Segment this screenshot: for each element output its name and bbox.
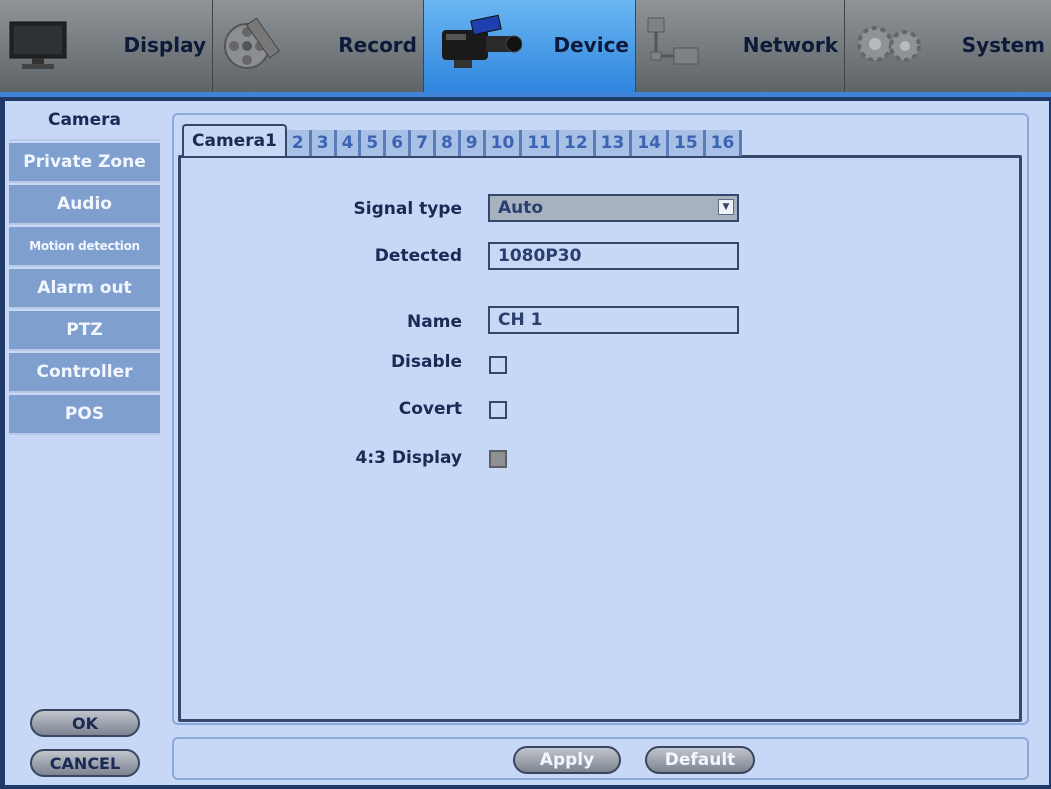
sidebar-item-label: PTZ [66,320,103,340]
sidebar-item-label: Private Zone [23,152,146,172]
top-menu-divider [0,92,1051,97]
tab-camera-15[interactable]: 15 [669,130,706,156]
top-tab-label: Display [123,33,206,57]
top-tab-label: Device [553,33,629,57]
name-input-value: CH 1 [498,310,543,330]
camcorder-icon [432,14,523,80]
disable-label: Disable [390,352,462,372]
tab-camera-8[interactable]: 8 [435,130,461,156]
name-label: Name [407,312,462,332]
apply-button-label: Apply [539,750,595,770]
top-tab-record[interactable]: Record [213,0,424,92]
tab-camera-3[interactable]: 3 [311,130,337,156]
detected-field: 1080P30 [488,242,739,270]
sidebar-item-alarm-out[interactable]: Alarm out [9,269,160,309]
top-tab-label: Network [742,33,838,57]
sidebar-item-label: Controller [36,362,133,382]
sidebar-item-private-zone[interactable]: Private Zone [9,143,160,183]
cancel-button[interactable]: CANCEL [30,749,140,777]
tab-camera-1[interactable]: Camera1 [182,124,287,156]
network-icon [644,14,704,78]
top-tab-device[interactable]: Device [424,0,636,92]
covert-checkbox[interactable] [489,401,507,419]
default-button-label: Default [664,750,736,770]
sidebar-item-audio[interactable]: Audio [9,185,160,225]
top-tab-label: Record [338,33,417,57]
name-input[interactable]: CH 1 [488,306,739,334]
tab-camera-11[interactable]: 11 [522,130,559,156]
tab-camera-16[interactable]: 16 [705,130,743,156]
camera-tab-strip: Camera1 2 3 4 5 6 7 8 9 10 11 12 13 14 1… [182,124,743,156]
top-tab-system[interactable]: System [845,0,1051,92]
tab-camera-5[interactable]: 5 [361,130,387,156]
film-reel-icon [221,14,285,78]
tab-camera-9[interactable]: 9 [460,130,486,156]
tab-camera-4[interactable]: 4 [336,130,362,156]
display-43-label: 4:3 Display [355,448,462,468]
default-button[interactable]: Default [645,746,755,774]
disable-checkbox[interactable] [489,356,507,374]
sidebar-item-label: POS [64,404,105,424]
apply-button[interactable]: Apply [513,746,621,774]
cancel-button-label: CANCEL [49,753,121,773]
tab-camera-7[interactable]: 7 [411,130,436,156]
sidebar-item-ptz[interactable]: PTZ [9,311,160,351]
signal-type-label: Signal type [353,199,462,219]
sidebar-item-controller[interactable]: Controller [9,353,160,393]
sidebar-item-label: Motion detection [29,239,140,253]
covert-label: Covert [398,399,462,419]
sidebar-item-camera[interactable]: Camera [9,101,160,141]
gears-icon [853,14,925,78]
top-tab-label: System [961,33,1045,57]
ok-button-label: OK [72,713,98,733]
top-tab-network[interactable]: Network [636,0,845,92]
tab-camera-6[interactable]: 6 [386,130,412,156]
monitor-icon [8,14,68,78]
sidebar-item-label: Alarm out [37,278,132,298]
signal-type-value: Auto [498,198,544,218]
sidebar-item-label: Camera [47,110,122,130]
top-tab-display[interactable]: Display [0,0,213,92]
tab-camera-10[interactable]: 10 [485,130,523,156]
signal-type-dropdown[interactable]: Auto ▼ [488,194,739,222]
tab-camera-2[interactable]: 2 [286,130,312,156]
sidebar-item-pos[interactable]: POS [9,395,160,435]
display-43-checkbox [489,450,507,468]
detected-label: Detected [374,246,462,266]
sidebar-item-motion-detection[interactable]: Motion detection [9,227,160,267]
camera-settings-frame [178,155,1022,722]
chevron-down-icon[interactable]: ▼ [718,199,734,215]
ok-button[interactable]: OK [30,709,140,737]
tab-camera-13[interactable]: 13 [595,130,633,156]
detected-value: 1080P30 [498,246,582,266]
tab-camera-12[interactable]: 12 [558,130,596,156]
tab-camera-14[interactable]: 14 [632,130,669,156]
sidebar-item-label: Audio [57,194,112,214]
